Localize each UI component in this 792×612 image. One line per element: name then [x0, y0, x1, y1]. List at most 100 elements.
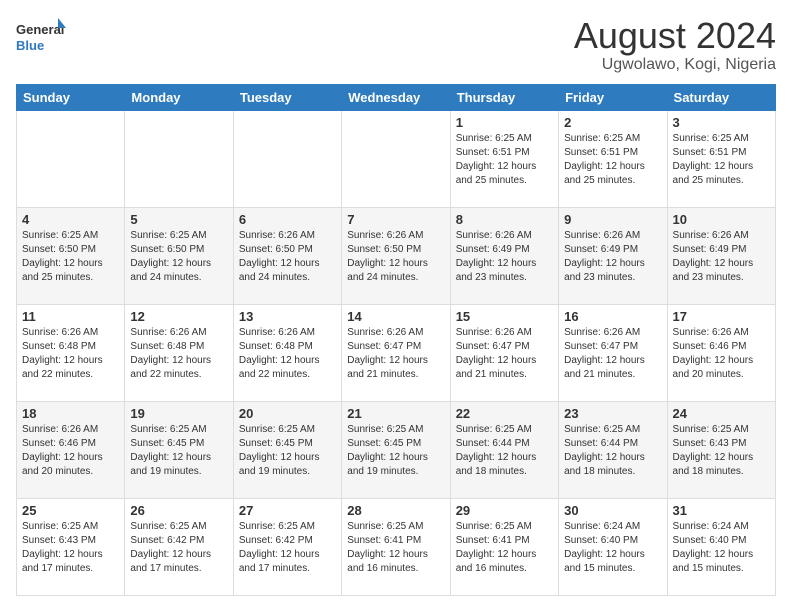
day-info: Sunrise: 6:25 AMSunset: 6:44 PMDaylight:…: [564, 423, 661, 479]
day-number: 28: [347, 503, 444, 518]
day-number: 15: [456, 309, 553, 324]
calendar-day-header: Friday: [559, 84, 667, 110]
day-number: 4: [22, 212, 119, 227]
calendar-cell: 6Sunrise: 6:26 AMSunset: 6:50 PMDaylight…: [233, 207, 341, 304]
calendar-cell: 9 Sunrise: 6:26 AMSunset: 6:49 PMDaylight…: [559, 207, 667, 304]
day-number: 14: [347, 309, 444, 324]
day-number: 11: [22, 309, 119, 324]
day-number: 10: [673, 212, 770, 227]
day-number: 20: [239, 406, 336, 421]
day-info: Sunrise: 6:26 AMSunset: 6:50 PMDaylight:…: [347, 229, 444, 285]
day-info: Sunrise: 6:26 AMSunset: 6:47 PMDaylight:…: [564, 326, 661, 382]
day-number: 6: [239, 212, 336, 227]
day-number: 17: [673, 309, 770, 324]
day-number: 30: [564, 503, 661, 518]
day-info: Sunrise: 6:25 AMSunset: 6:50 PMDaylight:…: [22, 229, 119, 285]
calendar-cell: 26 Sunrise: 6:25 AMSunset: 6:42 PMDayligh…: [125, 498, 233, 595]
calendar-cell: 3 Sunrise: 6:25 AMSunset: 6:51 PMDaylight…: [667, 110, 775, 207]
calendar-cell: 22 Sunrise: 6:25 AMSunset: 6:44 PMDayligh…: [450, 401, 558, 498]
day-number: 26: [130, 503, 227, 518]
day-number: 31: [673, 503, 770, 518]
day-number: 3: [673, 115, 770, 130]
calendar-cell: 2Sunrise: 6:25 AMSunset: 6:51 PMDaylight…: [559, 110, 667, 207]
day-number: 12: [130, 309, 227, 324]
calendar-day-header: Wednesday: [342, 84, 450, 110]
calendar-week-row: 11 Sunrise: 6:26 AMSunset: 6:48 PMDayligh…: [17, 304, 776, 401]
calendar-cell: 17Sunrise: 6:26 AMSunset: 6:46 PMDayligh…: [667, 304, 775, 401]
day-number: 9: [564, 212, 661, 227]
day-info: Sunrise: 6:26 AMSunset: 6:49 PMDaylight:…: [673, 229, 770, 285]
day-info: Sunrise: 6:25 AMSunset: 6:51 PMDaylight:…: [673, 132, 770, 188]
day-info: Sunrise: 6:25 AMSunset: 6:45 PMDaylight:…: [130, 423, 227, 479]
calendar-cell: 31 Sunrise: 6:24 AMSunset: 6:40 PMDayligh…: [667, 498, 775, 595]
calendar-cell: 19 Sunrise: 6:25 AMSunset: 6:45 PMDayligh…: [125, 401, 233, 498]
calendar-cell: 20Sunrise: 6:25 AMSunset: 6:45 PMDayligh…: [233, 401, 341, 498]
calendar-cell: 13Sunrise: 6:26 AMSunset: 6:48 PMDayligh…: [233, 304, 341, 401]
day-number: 23: [564, 406, 661, 421]
main-title: August 2024: [574, 16, 776, 56]
day-info: Sunrise: 6:24 AMSunset: 6:40 PMDaylight:…: [673, 520, 770, 576]
calendar-cell: 11 Sunrise: 6:26 AMSunset: 6:48 PMDayligh…: [17, 304, 125, 401]
day-info: Sunrise: 6:25 AMSunset: 6:51 PMDaylight:…: [564, 132, 661, 188]
calendar-cell: 21Sunrise: 6:25 AMSunset: 6:45 PMDayligh…: [342, 401, 450, 498]
day-info: Sunrise: 6:26 AMSunset: 6:48 PMDaylight:…: [239, 326, 336, 382]
calendar-cell: 30Sunrise: 6:24 AMSunset: 6:40 PMDayligh…: [559, 498, 667, 595]
day-info: Sunrise: 6:25 AMSunset: 6:42 PMDaylight:…: [130, 520, 227, 576]
day-info: Sunrise: 6:25 AMSunset: 6:50 PMDaylight:…: [130, 229, 227, 285]
calendar-cell: [342, 110, 450, 207]
calendar-cell: 4 Sunrise: 6:25 AMSunset: 6:50 PMDaylight…: [17, 207, 125, 304]
day-info: Sunrise: 6:26 AMSunset: 6:48 PMDaylight:…: [22, 326, 119, 382]
header: General Blue August 2024 Ugwolawo, Kogi,…: [16, 16, 776, 74]
calendar-cell: [125, 110, 233, 207]
day-number: 8: [456, 212, 553, 227]
calendar-cell: [17, 110, 125, 207]
calendar-week-row: 4 Sunrise: 6:25 AMSunset: 6:50 PMDaylight…: [17, 207, 776, 304]
day-number: 16: [564, 309, 661, 324]
day-number: 1: [456, 115, 553, 130]
calendar-table: SundayMondayTuesdayWednesdayThursdayFrid…: [16, 84, 776, 596]
day-info: Sunrise: 6:26 AMSunset: 6:49 PMDaylight:…: [564, 229, 661, 285]
calendar-week-row: 1 Sunrise: 6:25 AMSunset: 6:51 PMDaylight…: [17, 110, 776, 207]
calendar-cell: 10 Sunrise: 6:26 AMSunset: 6:49 PMDayligh…: [667, 207, 775, 304]
calendar-day-header: Saturday: [667, 84, 775, 110]
page: General Blue August 2024 Ugwolawo, Kogi,…: [0, 0, 792, 612]
calendar-cell: 12 Sunrise: 6:26 AMSunset: 6:48 PMDayligh…: [125, 304, 233, 401]
day-number: 25: [22, 503, 119, 518]
logo: General Blue: [16, 16, 66, 60]
day-number: 19: [130, 406, 227, 421]
calendar-cell: 5Sunrise: 6:25 AMSunset: 6:50 PMDaylight…: [125, 207, 233, 304]
day-info: Sunrise: 6:26 AMSunset: 6:48 PMDaylight:…: [130, 326, 227, 382]
calendar-cell: 15 Sunrise: 6:26 AMSunset: 6:47 PMDayligh…: [450, 304, 558, 401]
calendar-cell: 24 Sunrise: 6:25 AMSunset: 6:43 PMDayligh…: [667, 401, 775, 498]
calendar-week-row: 18Sunrise: 6:26 AMSunset: 6:46 PMDayligh…: [17, 401, 776, 498]
calendar-cell: 16 Sunrise: 6:26 AMSunset: 6:47 PMDayligh…: [559, 304, 667, 401]
day-number: 29: [456, 503, 553, 518]
calendar-cell: 1 Sunrise: 6:25 AMSunset: 6:51 PMDaylight…: [450, 110, 558, 207]
day-number: 21: [347, 406, 444, 421]
day-info: Sunrise: 6:26 AMSunset: 6:47 PMDaylight:…: [347, 326, 444, 382]
day-number: 24: [673, 406, 770, 421]
calendar-cell: 25Sunrise: 6:25 AMSunset: 6:43 PMDayligh…: [17, 498, 125, 595]
day-info: Sunrise: 6:26 AMSunset: 6:47 PMDaylight:…: [456, 326, 553, 382]
day-info: Sunrise: 6:25 AMSunset: 6:41 PMDaylight:…: [347, 520, 444, 576]
day-info: Sunrise: 6:25 AMSunset: 6:43 PMDaylight:…: [673, 423, 770, 479]
calendar-day-header: Sunday: [17, 84, 125, 110]
day-info: Sunrise: 6:25 AMSunset: 6:41 PMDaylight:…: [456, 520, 553, 576]
subtitle: Ugwolawo, Kogi, Nigeria: [574, 56, 776, 74]
title-block: August 2024 Ugwolawo, Kogi, Nigeria: [574, 16, 776, 74]
calendar-day-header: Tuesday: [233, 84, 341, 110]
calendar-cell: [233, 110, 341, 207]
calendar-cell: 28 Sunrise: 6:25 AMSunset: 6:41 PMDayligh…: [342, 498, 450, 595]
calendar-cell: 18Sunrise: 6:26 AMSunset: 6:46 PMDayligh…: [17, 401, 125, 498]
day-info: Sunrise: 6:25 AMSunset: 6:51 PMDaylight:…: [456, 132, 553, 188]
calendar-cell: 29 Sunrise: 6:25 AMSunset: 6:41 PMDayligh…: [450, 498, 558, 595]
day-info: Sunrise: 6:25 AMSunset: 6:44 PMDaylight:…: [456, 423, 553, 479]
calendar-cell: 8Sunrise: 6:26 AMSunset: 6:49 PMDaylight…: [450, 207, 558, 304]
svg-text:General: General: [16, 22, 64, 37]
calendar-cell: 27Sunrise: 6:25 AMSunset: 6:42 PMDayligh…: [233, 498, 341, 595]
day-number: 22: [456, 406, 553, 421]
svg-text:Blue: Blue: [16, 38, 44, 53]
day-number: 27: [239, 503, 336, 518]
calendar-week-row: 25Sunrise: 6:25 AMSunset: 6:43 PMDayligh…: [17, 498, 776, 595]
calendar-cell: 14 Sunrise: 6:26 AMSunset: 6:47 PMDayligh…: [342, 304, 450, 401]
